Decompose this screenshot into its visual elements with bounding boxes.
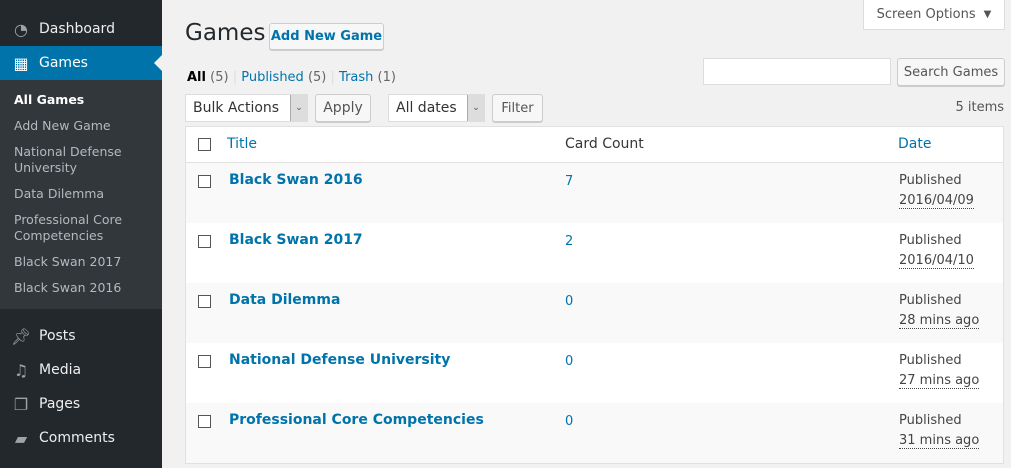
filter-label: Published [241,70,304,85]
screen-options-button[interactable]: Screen Options ▼ [863,0,1005,30]
menu-dashboard[interactable]: ◔ Dashboard [0,12,162,46]
game-title-link[interactable]: Professional Core Competencies [229,412,484,428]
table-row: Black Swan 2017 2 Published 2016/04/10 [186,223,1003,283]
comment-icon: ▰ [14,428,28,448]
card-count-link[interactable]: 0 [565,294,573,309]
table-header: Title Card Count Date [186,127,1003,163]
post-date: 27 mins ago [899,373,980,389]
apply-button[interactable]: Apply [315,94,371,122]
pin-icon: 📌︎ [10,326,32,346]
search-input[interactable] [703,58,891,85]
submenu-national-defense[interactable]: National Defense University [0,139,162,181]
dates-label: All dates [396,100,457,116]
filter-count: (5) [210,70,229,85]
column-card-count: Card Count [565,136,644,152]
row-checkbox[interactable] [198,355,211,368]
bulk-actions-select[interactable]: Bulk Actions ⌄ [185,94,308,122]
media-icon: ♫ [13,360,29,380]
menu-label: Games [39,55,88,71]
menu-label: Posts [39,328,76,344]
card-count-link[interactable]: 0 [565,414,573,429]
bulk-label: Bulk Actions [193,100,280,116]
filter-count: (1) [377,70,396,85]
filter-label: All [187,70,206,85]
items-count: 5 items [955,100,1004,115]
row-checkbox[interactable] [198,415,211,428]
submenu-professional-core[interactable]: Professional Core Competencies [0,207,162,249]
submenu-black-swan-2017[interactable]: Black Swan 2017 [0,249,162,275]
table-row: National Defense University 0 Published … [186,343,1003,403]
filter-count: (5) [307,70,327,85]
filter-button[interactable]: Filter [492,94,543,122]
post-status: Published [899,353,962,368]
chevron-down-icon: ⌄ [290,95,307,121]
column-title[interactable]: Title [227,136,257,152]
admin-sidebar: ◔ Dashboard ▦ Games All Games Add New Game… [0,0,162,468]
games-submenu: All Games Add New Game National Defense … [0,80,162,309]
filter-published[interactable]: Published (5) [241,70,326,85]
games-table: Title Card Count Date Black Swan 2016 7 … [185,126,1004,464]
menu-label: Pages [39,396,81,412]
submenu-add-new-game[interactable]: Add New Game [0,113,162,139]
filter-label: Filter [501,100,534,116]
submenu-black-swan-2016[interactable]: Black Swan 2016 [0,275,162,301]
row-checkbox[interactable] [198,175,211,188]
filter-all[interactable]: All [187,70,206,85]
dates-select[interactable]: All dates ⌄ [388,94,485,122]
post-date: 28 mins ago [899,313,980,329]
select-all-checkbox[interactable] [198,138,211,151]
apply-label: Apply [323,100,363,116]
post-date: 2016/04/09 [899,193,974,209]
post-date: 2016/04/10 [899,253,974,269]
pages-icon: ❐ [13,394,29,414]
menu-pages[interactable]: ❐ Pages [0,387,162,421]
search-label: Search Games [903,64,999,80]
submenu-data-dilemma[interactable]: Data Dilemma [0,181,162,207]
chevron-down-icon: ⌄ [467,95,484,121]
menu-comments[interactable]: ▰ Comments [0,421,162,455]
table-row: Black Swan 2016 7 Published 2016/04/09 [186,163,1003,223]
filter-trash[interactable]: Trash (1) [339,70,396,85]
table-row: Professional Core Competencies 0 Publish… [186,403,1003,463]
menu-posts[interactable]: 📌︎ Posts [0,319,162,353]
menu-label: Comments [39,430,115,446]
menu-media[interactable]: ♫ Media [0,353,162,387]
caret-down-icon: ▼ [983,9,992,20]
card-count-link[interactable]: 7 [565,174,573,189]
page-title: Games [185,20,266,46]
dashboard-icon: ◔ [14,19,28,39]
game-title-link[interactable]: Black Swan 2017 [229,232,363,248]
filter-label: Trash [339,70,374,85]
card-count-link[interactable]: 0 [565,354,573,369]
games-icon: ▦ [13,53,29,73]
submenu-all-games[interactable]: All Games [0,87,162,113]
screen-options-label: Screen Options [876,7,976,22]
table-row: Data Dilemma 0 Published 28 mins ago [186,283,1003,343]
menu-label: Dashboard [39,21,115,37]
add-new-game-button[interactable]: Add New Game [269,23,384,50]
game-title-link[interactable]: Black Swan 2016 [229,172,363,188]
search-games-button[interactable]: Search Games [897,58,1005,86]
row-checkbox[interactable] [198,235,211,248]
menu-label: Media [39,362,82,378]
game-title-link[interactable]: Data Dilemma [229,292,340,308]
post-date: 31 mins ago [899,433,980,449]
add-new-label: Add New Game [270,29,383,44]
post-status: Published [899,173,962,188]
game-title-link[interactable]: National Defense University [229,352,450,368]
post-status: Published [899,413,962,428]
row-checkbox[interactable] [198,295,211,308]
status-filters: All (5) | Published (5) | Trash (1) [187,70,396,85]
post-status: Published [899,293,962,308]
column-date[interactable]: Date [898,136,931,152]
post-status: Published [899,233,962,248]
card-count-link[interactable]: 2 [565,234,573,249]
menu-games[interactable]: ▦ Games [0,46,162,80]
